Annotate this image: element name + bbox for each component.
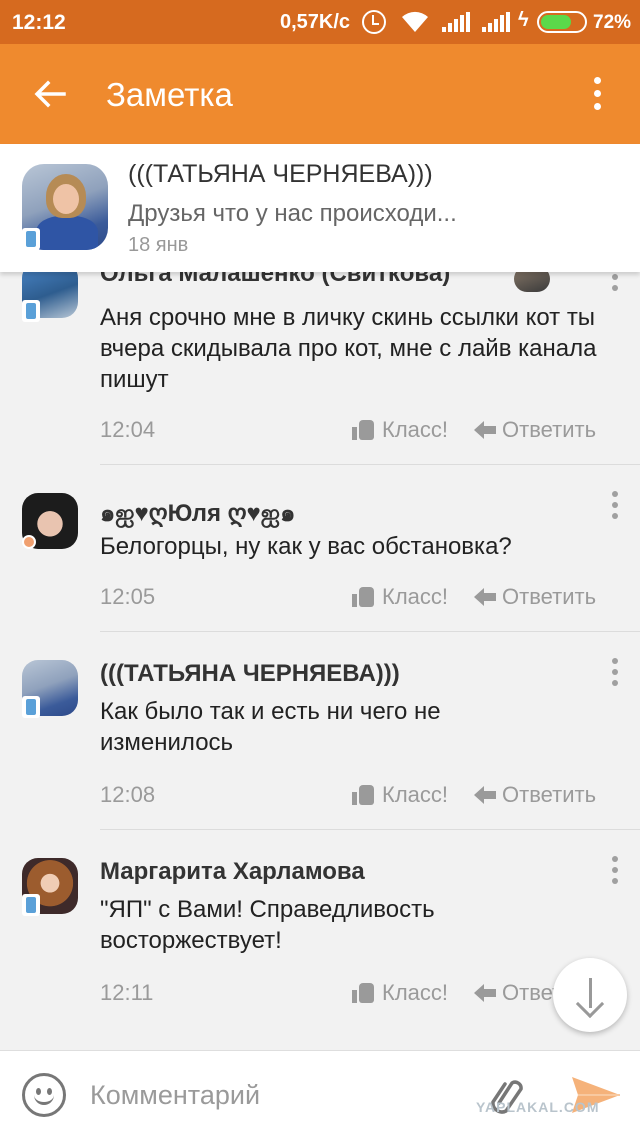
- comment-text: "ЯП" с Вами! Справедливость восторжеству…: [100, 896, 435, 954]
- battery-level: [541, 15, 572, 29]
- thumbs-up-icon: [352, 983, 374, 1003]
- reply-label: Ответить: [502, 584, 597, 609]
- comment-menu-icon[interactable]: [610, 856, 620, 889]
- comment-time: 12:04: [100, 417, 156, 442]
- like-label: Класс!: [382, 584, 448, 609]
- divider: [100, 829, 640, 830]
- like-label: Класс!: [382, 782, 448, 807]
- like-button[interactable]: Класс!: [352, 980, 448, 1006]
- like-button[interactable]: Класс!: [352, 782, 448, 808]
- thumbs-up-icon: [352, 785, 374, 805]
- like-label: Класс!: [382, 980, 448, 1005]
- avatar[interactable]: [514, 272, 550, 292]
- emoji-icon[interactable]: [22, 1073, 66, 1117]
- reply-label: Ответить: [502, 417, 597, 442]
- comment-text: Как было так и есть ни чего не изменилос…: [100, 698, 441, 756]
- reply-label: Ответить: [502, 782, 597, 807]
- like-label: Класс!: [382, 417, 448, 442]
- reply-arrow-icon: [474, 421, 496, 439]
- comment-time: 12:11: [100, 980, 154, 1005]
- comment-input-bar: YAPLAKAL.COM: [0, 1050, 640, 1138]
- note-date: 18 янв: [128, 234, 189, 256]
- comments-list[interactable]: Ольга Малашенко (Свиткова) Аня срочно мн…: [0, 272, 640, 1050]
- reply-button[interactable]: Ответить: [474, 782, 596, 808]
- status-bar: 12:12 0,57K/c ϟ 72%: [0, 0, 640, 44]
- comment-text: Аня срочно мне в личку скинь ссылки кот …: [100, 304, 597, 393]
- overflow-menu-icon[interactable]: [586, 74, 608, 114]
- online-status-icon: [22, 535, 36, 549]
- like-button[interactable]: Класс!: [352, 417, 448, 443]
- watermark: YAPLAKAL.COM: [476, 1099, 600, 1115]
- comment-menu-icon[interactable]: [610, 658, 620, 691]
- reply-button[interactable]: Ответить: [474, 584, 596, 610]
- comment-time: 12:08: [100, 782, 156, 807]
- mobile-icon: [22, 696, 40, 718]
- wifi-icon: [402, 11, 428, 32]
- thumbs-up-icon: [352, 420, 374, 440]
- like-button[interactable]: Класс!: [352, 584, 448, 610]
- reply-arrow-icon: [474, 588, 496, 606]
- battery-percent: 72%: [593, 12, 632, 33]
- status-time: 12:12: [12, 11, 66, 34]
- page-title: Заметка: [106, 76, 233, 113]
- scroll-down-button[interactable]: [553, 958, 627, 1032]
- mobile-icon: [22, 894, 40, 916]
- thumbs-up-icon: [352, 587, 374, 607]
- divider: [100, 464, 640, 465]
- app-toolbar: Заметка: [0, 44, 640, 144]
- note-header[interactable]: (((ТАТЬЯНА ЧЕРНЯЕВА))) Друзья что у нас …: [0, 144, 640, 272]
- comment-menu-icon[interactable]: [610, 274, 620, 296]
- mobile-icon: [22, 300, 40, 322]
- note-text: Друзья что у нас происходи...: [128, 200, 457, 227]
- comment-author[interactable]: Ольга Малашенко (Свиткова): [100, 272, 450, 288]
- signal-icon: [442, 12, 470, 32]
- comment-input[interactable]: [90, 1077, 470, 1113]
- alarm-icon: [362, 10, 386, 34]
- charging-icon: ϟ: [518, 9, 529, 31]
- mobile-icon: [22, 228, 40, 250]
- comment-author[interactable]: Маргарита Харламова: [100, 858, 365, 886]
- comment-text: Белогорцы, ну как у вас обстановка?: [100, 533, 512, 560]
- comment-menu-icon[interactable]: [610, 491, 620, 524]
- reply-arrow-icon: [474, 984, 496, 1002]
- comment-author[interactable]: (((ТАТЬЯНА ЧЕРНЯЕВА))): [100, 660, 400, 688]
- comment-time: 12:05: [100, 584, 156, 609]
- battery-icon: [537, 11, 587, 33]
- note-author[interactable]: (((ТАТЬЯНА ЧЕРНЯЕВА))): [128, 160, 433, 189]
- back-arrow-icon[interactable]: [30, 74, 70, 114]
- divider: [100, 631, 640, 632]
- signal-icon: [482, 12, 510, 32]
- comment-author[interactable]: ๑ஐ♥ღЮля ღ♥ஐ๑: [100, 493, 295, 532]
- network-speed: 0,57K/c: [280, 11, 351, 33]
- reply-button[interactable]: Ответить: [474, 417, 596, 443]
- reply-arrow-icon: [474, 786, 496, 804]
